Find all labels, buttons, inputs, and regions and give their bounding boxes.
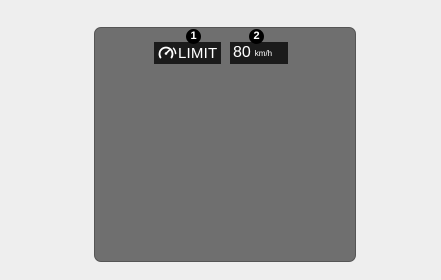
speedometer-limit-icon — [158, 46, 177, 59]
speed-unit: km/h — [254, 49, 273, 58]
set-speed-value: 80 — [233, 44, 251, 61]
display-screen: LIMIT 80 km/h — [94, 27, 356, 262]
callout-marker-2: 2 — [249, 29, 264, 44]
callout-marker-1: 1 — [186, 29, 201, 44]
speed-limit-indicator: LIMIT — [154, 42, 221, 64]
limit-label: LIMIT — [178, 44, 218, 62]
set-speed-indicator: 80 km/h — [230, 42, 288, 64]
